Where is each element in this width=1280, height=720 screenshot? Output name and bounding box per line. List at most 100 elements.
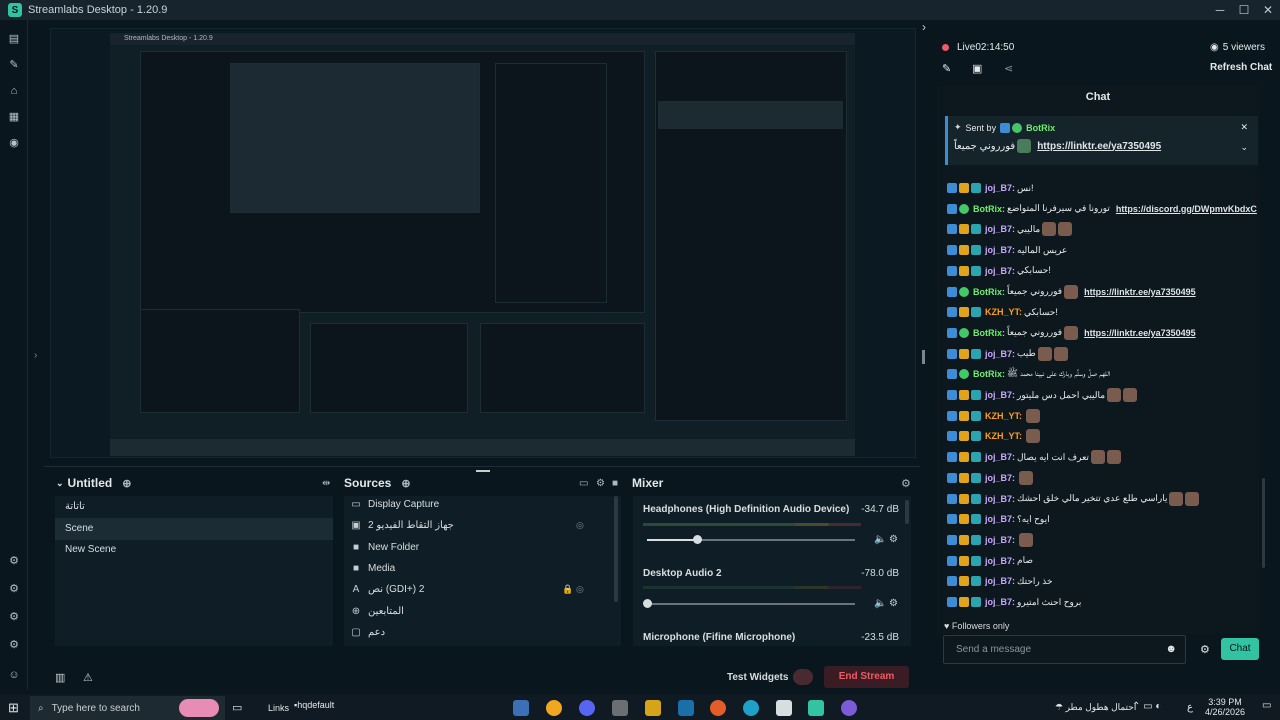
capcut-icon[interactable] — [776, 700, 792, 716]
chat-username[interactable]: KZH_YT: — [985, 431, 1022, 441]
expand-left-icon[interactable]: › — [34, 350, 37, 361]
chat-username[interactable]: BotRix: — [973, 287, 1005, 297]
app-icon[interactable] — [710, 700, 726, 716]
source-item[interactable]: ■ Media — [350, 560, 395, 578]
store-icon[interactable]: ⌂ — [7, 84, 21, 98]
apps-icon[interactable]: ⚙ — [7, 554, 21, 568]
chat-link[interactable]: https://linktr.ee/ya7350495 — [1084, 328, 1196, 338]
close-button[interactable]: ✕ — [1256, 3, 1280, 17]
chat-scrollbar[interactable] — [1262, 478, 1265, 568]
chat-username[interactable]: joj_B7: — [985, 556, 1015, 566]
source-item[interactable]: ▭ Display Capture — [350, 496, 439, 514]
dashboard-icon[interactable]: ⚙ — [7, 610, 21, 624]
chat-send-button[interactable]: Chat — [1221, 638, 1259, 660]
emoji-icon[interactable]: ☻ — [1165, 643, 1177, 655]
themes-icon[interactable]: ✎ — [7, 58, 21, 72]
channel-settings-icon[interactable]: ⚙ — [889, 534, 898, 545]
chat-username[interactable]: joj_B7: — [985, 224, 1015, 234]
widgets-icon[interactable]: ⚙ — [7, 582, 21, 596]
stream-info-icon[interactable]: ▣ — [972, 62, 982, 75]
chevron-down-icon[interactable]: ⌄ — [56, 478, 64, 489]
maximize-button[interactable]: ☐ — [1232, 3, 1256, 17]
source-item[interactable]: ▣ جهاز التقاط الفيديو 2 — [350, 517, 454, 535]
minimize-button[interactable]: ─ — [1208, 3, 1232, 17]
chat-link[interactable]: https://linktr.ee/ya7350495 — [1084, 287, 1196, 297]
edge-icon[interactable] — [743, 700, 759, 716]
volume-slider-track[interactable] — [647, 603, 855, 605]
chat-username[interactable]: joj_B7: — [985, 494, 1015, 504]
source-settings-icon[interactable]: ⚙ — [596, 478, 605, 489]
mixer-scrollbar[interactable] — [905, 500, 909, 524]
app-icon[interactable] — [513, 700, 529, 716]
add-source-icon[interactable]: ⊕ — [401, 477, 410, 490]
scene-item-active[interactable]: Scene — [55, 518, 333, 540]
chat-link[interactable]: https://discord.gg/DWpmvKbdxC — [1116, 204, 1257, 214]
chat-username[interactable]: BotRix: — [973, 204, 1005, 214]
chat-username[interactable]: joj_B7: — [985, 452, 1015, 462]
notifications-icon[interactable]: ▭ — [1262, 700, 1271, 711]
refresh-chat-button[interactable]: Refresh Chat — [1210, 62, 1272, 73]
unpin-icon[interactable]: ✕ — [1240, 122, 1248, 133]
chat-username[interactable]: joj_B7: — [985, 266, 1015, 276]
chat-input[interactable]: Send a message ☻ — [943, 635, 1186, 664]
clock[interactable]: 3:39 PM 4/26/2026 — [1200, 697, 1250, 717]
chat-username[interactable]: joj_B7: — [985, 183, 1015, 193]
visibility-icon[interactable]: ◎ — [576, 584, 584, 595]
settings-icon[interactable]: ⚙ — [7, 638, 21, 652]
editor-icon[interactable]: ▤ — [7, 32, 21, 46]
app-icon[interactable] — [841, 700, 857, 716]
chat-settings-icon[interactable]: ⚙ — [1200, 643, 1210, 656]
chat-username[interactable]: joj_B7: — [985, 597, 1015, 607]
test-widgets-toggle[interactable] — [793, 669, 813, 685]
links-toolbar[interactable]: Links — [268, 703, 289, 713]
steam-icon[interactable] — [678, 700, 694, 716]
profile-icon[interactable]: ☺ — [7, 668, 21, 682]
scene-transitions-icon[interactable]: ⇹ — [322, 478, 330, 489]
chat-username[interactable]: joj_B7: — [985, 473, 1015, 483]
mixer-settings-icon[interactable]: ⚙ — [901, 477, 911, 490]
source-item[interactable]: ■ New Folder — [350, 539, 419, 557]
add-folder-icon[interactable]: ■ — [612, 478, 618, 489]
expand-pin-icon[interactable]: ⌄ — [1240, 142, 1248, 153]
visibility-icon[interactable]: ◎ — [576, 520, 584, 531]
layout-icon[interactable]: ▦ — [7, 110, 21, 124]
discord-icon[interactable] — [579, 700, 595, 716]
end-stream-button[interactable]: End Stream — [824, 666, 909, 688]
language-indicator[interactable]: ع — [1187, 702, 1193, 713]
source-item[interactable]: A نص (GDI+) 2 — [350, 581, 425, 599]
record-icon[interactable]: ◉ — [7, 136, 21, 150]
source-item[interactable]: ▢ دعم — [350, 624, 385, 642]
pinned-link[interactable]: https://linktr.ee/ya7350495 — [1037, 141, 1161, 152]
taskbar-search[interactable]: ⌕ Type here to search — [30, 696, 225, 720]
edit-stream-icon[interactable]: ✎ — [942, 62, 951, 75]
hqdefault-item[interactable]: ▪hqdefault — [294, 700, 334, 710]
chat-username[interactable]: joj_B7: — [985, 535, 1015, 545]
test-widgets-button[interactable]: Test Widgets — [727, 672, 788, 683]
tray-icons[interactable]: ⌃ ▭ ◐ — [1132, 701, 1161, 712]
sources-scrollbar[interactable] — [614, 496, 618, 602]
chat-username[interactable]: joj_B7: — [985, 576, 1015, 586]
lock-icon[interactable]: 🔒 — [562, 584, 573, 595]
source-filter-icon[interactable]: ▭ — [579, 478, 588, 489]
collapse-chat-icon[interactable]: › — [922, 20, 926, 34]
alert-icon[interactable]: ⚠ — [83, 671, 93, 684]
stats-icon[interactable]: ▥ — [55, 671, 65, 684]
scene-item[interactable]: تاتاتة — [55, 496, 333, 518]
chat-username[interactable]: joj_B7: — [985, 390, 1015, 400]
file-explorer-icon[interactable] — [645, 700, 661, 716]
share-icon[interactable]: ⋖ — [1004, 62, 1013, 75]
chat-resize-handle[interactable] — [922, 350, 925, 364]
chat-username[interactable]: KZH_YT: — [985, 411, 1022, 421]
volume-slider-knob[interactable] — [643, 599, 652, 608]
resize-grip[interactable] — [476, 470, 490, 472]
scene-collection-title[interactable]: Untitled — [68, 476, 113, 490]
chat-username[interactable]: joj_B7: — [985, 514, 1015, 524]
task-view-icon[interactable]: ▭ — [232, 701, 242, 714]
chat-username[interactable]: joj_B7: — [985, 245, 1015, 255]
volume-slider-knob[interactable] — [692, 535, 702, 544]
app-icon[interactable] — [546, 700, 562, 716]
chat-username[interactable]: joj_B7: — [985, 349, 1015, 359]
windows-start-icon[interactable]: ⊞ — [8, 700, 19, 716]
chat-username[interactable]: BotRix: — [973, 369, 1005, 379]
chat-username[interactable]: KZH_YT: — [985, 307, 1022, 317]
